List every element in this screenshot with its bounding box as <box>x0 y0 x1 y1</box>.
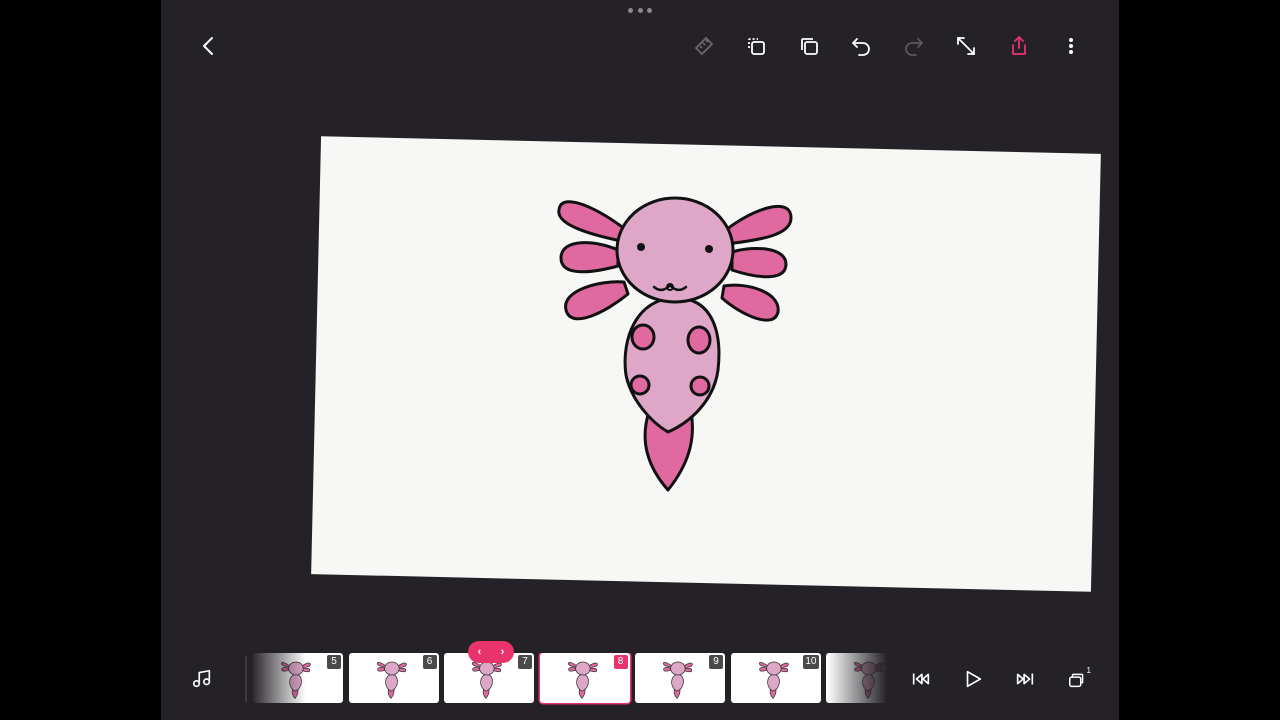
fullscreen-icon[interactable] <box>951 31 981 61</box>
frame-number: 8 <box>613 655 628 669</box>
share-icon[interactable] <box>1004 31 1034 61</box>
frame-number: 5 <box>327 655 341 669</box>
timeline-bar: 5 6 7 8 9 10 ‹ › 1 <box>161 640 1119 720</box>
music-icon[interactable] <box>187 664 217 694</box>
skip-back-icon[interactable] <box>906 664 936 694</box>
duplicate-frame-icon[interactable] <box>741 31 771 61</box>
back-icon[interactable] <box>194 31 224 61</box>
redo-icon[interactable] <box>899 31 929 61</box>
frame-thumbnail-image <box>854 660 884 700</box>
frame-thumbnail[interactable] <box>826 653 887 703</box>
timeline-divider <box>245 656 247 702</box>
frame-thumbnail[interactable]: 6 <box>348 653 439 703</box>
play-icon[interactable] <box>958 664 988 694</box>
frame-number: 9 <box>709 655 723 669</box>
frame-thumbnail-image <box>472 660 502 700</box>
frame-strip[interactable]: 5 6 7 8 9 10 <box>251 653 887 705</box>
frame-thumbnail[interactable]: 9 <box>635 653 725 703</box>
copy-icon[interactable] <box>794 31 824 61</box>
frame-thumbnail-image <box>281 660 311 700</box>
frame-thumbnail[interactable]: 5 <box>253 653 343 703</box>
axolotl-drawing <box>557 196 793 492</box>
frame-thumbnail[interactable]: 8 <box>539 653 630 703</box>
next-frame-button[interactable]: › <box>501 646 505 658</box>
layers-icon[interactable]: 1 <box>1063 664 1093 694</box>
more-icon[interactable] <box>1056 31 1086 61</box>
undo-icon[interactable] <box>846 31 876 61</box>
frame-number: 10 <box>803 655 819 669</box>
skip-forward-icon[interactable] <box>1010 664 1040 694</box>
frame-thumbnail-image <box>663 660 693 700</box>
frame-thumbnail-image <box>758 660 789 700</box>
frame-thumbnail-image <box>567 660 598 700</box>
ruler-icon[interactable] <box>689 31 719 61</box>
frame-number: 7 <box>518 655 532 669</box>
frame-number: 6 <box>422 655 437 669</box>
window-grabber[interactable] <box>628 7 652 13</box>
prev-frame-button[interactable]: ‹ <box>478 646 482 658</box>
frame-thumbnail[interactable]: 10 <box>730 653 821 703</box>
frame-thumbnail-image <box>376 660 407 700</box>
layers-count: 1 <box>1086 666 1091 675</box>
frame-nav-pill[interactable]: ‹ › <box>468 641 514 663</box>
app-window: 5 6 7 8 9 10 ‹ › 1 <box>161 0 1119 720</box>
